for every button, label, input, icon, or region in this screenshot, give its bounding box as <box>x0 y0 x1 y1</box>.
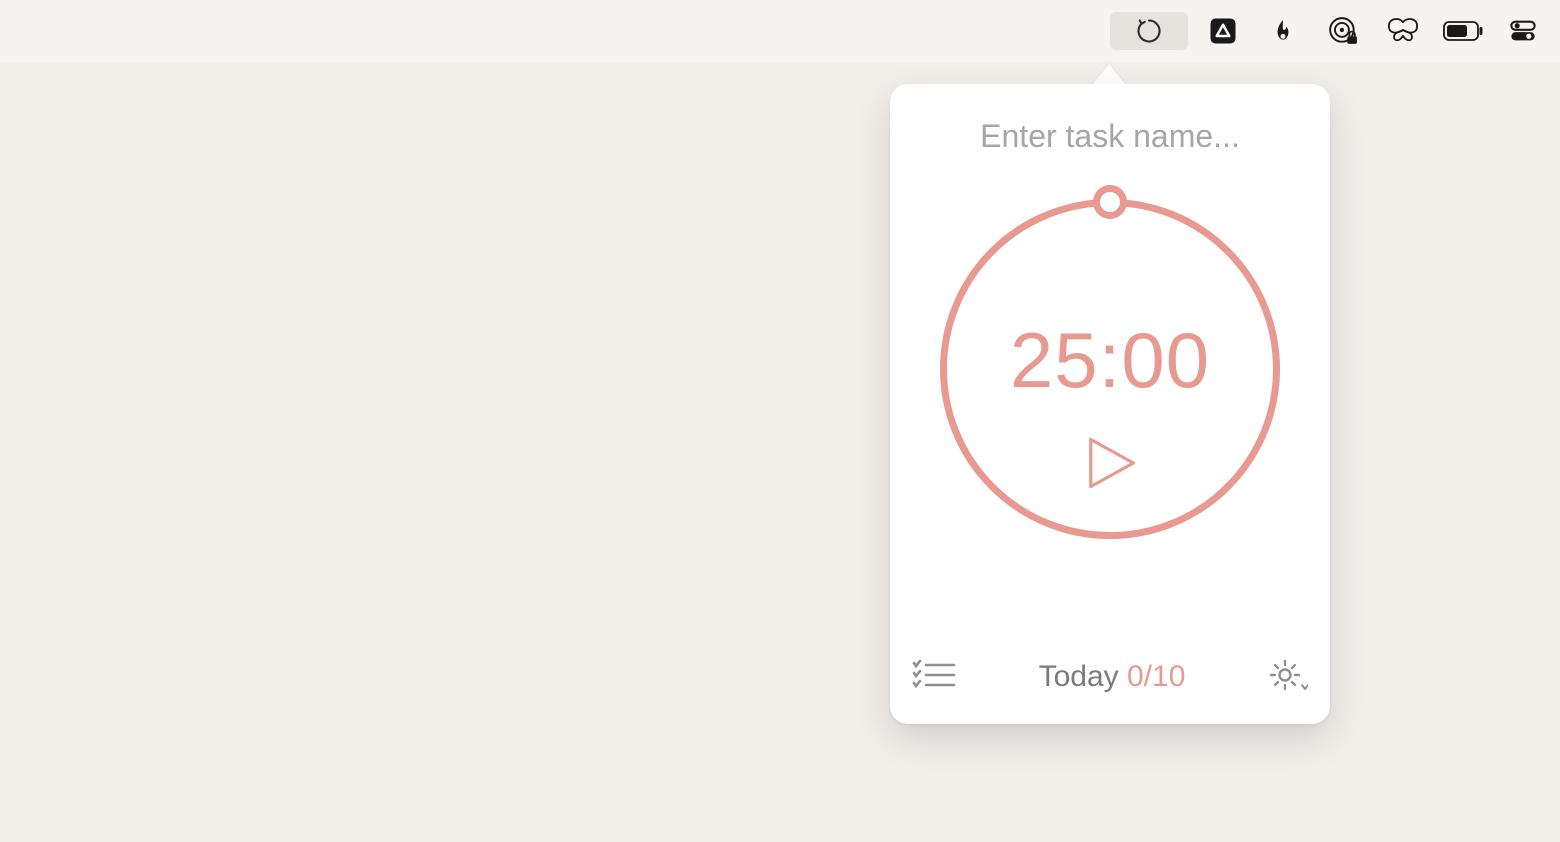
today-progress: Today 0/10 <box>1039 660 1186 694</box>
menubar <box>0 0 1560 62</box>
today-label: Today <box>1039 660 1119 693</box>
gear-icon <box>1268 657 1308 698</box>
control-center-menubar-icon[interactable] <box>1498 13 1548 49</box>
play-icon <box>1078 480 1142 497</box>
butterfly-menubar-icon[interactable] <box>1378 13 1428 49</box>
battery-menubar-icon[interactable] <box>1438 13 1488 49</box>
butterfly-icon <box>1386 16 1420 46</box>
play-button[interactable] <box>1078 433 1142 498</box>
task-list-button[interactable] <box>912 659 956 696</box>
popover-footer: Today 0/10 <box>890 642 1330 724</box>
flame-menubar-icon[interactable] <box>1258 13 1308 49</box>
flame-icon <box>1270 16 1296 46</box>
battery-icon <box>1443 20 1483 42</box>
pomodoro-popover: 25:00 <box>890 84 1330 724</box>
radar-lock-icon <box>1328 16 1358 46</box>
timer-dial[interactable]: 25:00 <box>940 199 1280 539</box>
triangle-app-icon <box>1208 16 1238 46</box>
popover-arrow <box>1093 64 1125 84</box>
radar-menubar-icon[interactable] <box>1318 13 1368 49</box>
list-icon <box>912 659 956 696</box>
timer-icon <box>1135 17 1163 45</box>
control-center-icon <box>1509 17 1537 45</box>
pomodoro-timer-menubar-icon[interactable] <box>1110 12 1188 50</box>
task-name-input[interactable] <box>890 84 1330 177</box>
triangle-app-menubar-icon[interactable] <box>1198 13 1248 49</box>
today-count: 0/10 <box>1127 660 1185 693</box>
timer-handle[interactable] <box>1093 185 1127 219</box>
timer-area: 25:00 <box>890 177 1330 642</box>
settings-button[interactable] <box>1268 657 1308 698</box>
timer-time-display: 25:00 <box>940 315 1280 406</box>
